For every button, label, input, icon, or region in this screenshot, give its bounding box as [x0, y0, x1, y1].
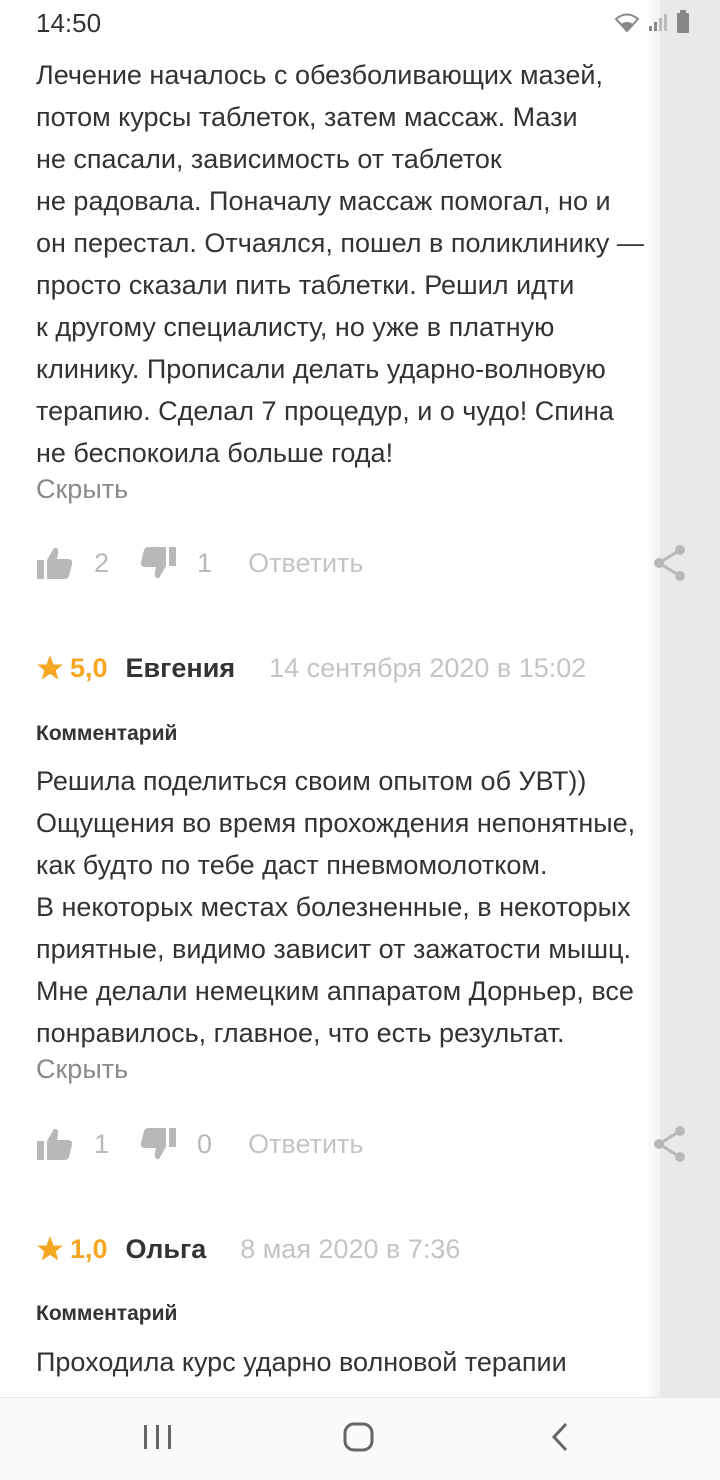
review-2-header: 5,0 Евгения 14 сентября 2020 в 15:02 [36, 648, 586, 688]
star-icon [37, 655, 63, 680]
text-line: к другому специалисту, но уже в платную [36, 312, 555, 342]
dislike-count: 1 [197, 547, 213, 578]
text-line: Проходила курс ударно волновой терапии [36, 1347, 567, 1377]
status-time: 14:50 [36, 8, 102, 38]
review-date: 8 мая 2020 в 7:36 [240, 1233, 461, 1264]
review-3-header: 1,0 Ольга 8 мая 2020 в 7:36 [36, 1229, 460, 1269]
text-line: Мне делали немецким аппаратом Дорньер, в… [36, 976, 634, 1006]
author-name: Ольга [125, 1233, 207, 1264]
text-line: не беспокоила больше года! [36, 438, 394, 468]
reply-button[interactable]: Ответить [248, 548, 363, 579]
text-line: терапию. Сделал 7 процедур, и о чудо! Сп… [36, 396, 614, 426]
review-2-text: Решила поделиться своим опытом об УВТ)) … [36, 760, 676, 1054]
rating-value: 5,0 [70, 652, 108, 683]
thumbs-up-icon [37, 1128, 73, 1160]
text-line: В некоторых местах болезненные, в некото… [36, 892, 631, 922]
like-count: 2 [94, 547, 110, 578]
review-1-actions: 2 1 Ответить [36, 538, 685, 588]
review-2-actions: 1 0 Ответить [36, 1119, 685, 1169]
star-icon [37, 1236, 63, 1261]
rating: 5,0 [36, 653, 108, 684]
text-line: Решила поделиться своим опытом об УВТ)) [36, 766, 587, 796]
like-button[interactable]: 2 [36, 545, 109, 581]
text-line: не спасали, зависимость от таблеток [36, 144, 502, 174]
rating-value: 1,0 [70, 1233, 108, 1264]
text-line: он перестал. Отчаялся, пошел в поликлини… [36, 228, 644, 258]
back-icon[interactable] [548, 1420, 572, 1454]
hide-link[interactable]: Скрыть [36, 474, 676, 505]
status-bar: 14:50 [0, 0, 720, 48]
text-line: не радовала. Поначалу массаж помогал, но… [36, 186, 611, 216]
text-line: клинику. Прописали делать ударно-волнову… [36, 354, 606, 384]
text-line: Ощущения во время прохождения непонятные… [36, 808, 636, 838]
status-icons [614, 10, 690, 34]
wifi-icon [614, 13, 640, 33]
comment-label: Комментарий [36, 722, 178, 745]
review-3-body: Проходила курс ударно волновой терапии [36, 1341, 676, 1383]
review-date: 14 сентября 2020 в 15:02 [269, 652, 587, 683]
text-line: Лечение началось с обезболивающих мазей, [36, 60, 603, 90]
text-line: понравилось, главное, что есть результат… [36, 1018, 565, 1048]
review-1-body: Лечение началось с обезболивающих мазей,… [36, 54, 676, 505]
hide-link[interactable]: Скрыть [36, 1054, 676, 1085]
recent-apps-icon[interactable] [142, 1420, 174, 1454]
like-button[interactable]: 1 [36, 1126, 109, 1162]
review-2-body: Решила поделиться своим опытом об УВТ)) … [36, 760, 676, 1085]
review-3-text: Проходила курс ударно волновой терапии [36, 1341, 676, 1383]
share-icon[interactable] [652, 544, 688, 582]
text-line: приятные, видимо зависит от зажатости мы… [36, 934, 631, 964]
thumbs-down-icon [140, 547, 177, 579]
signal-icon [649, 14, 667, 31]
battery-icon [677, 10, 689, 33]
home-icon[interactable] [342, 1420, 376, 1454]
dislike-button[interactable]: 1 [139, 545, 212, 581]
text-line: просто сказали пить таблетки. Решил идти [36, 270, 575, 300]
review-1-text: Лечение началось с обезболивающих мазей,… [36, 54, 676, 474]
share-icon[interactable] [652, 1125, 688, 1163]
thumbs-up-icon [37, 547, 73, 579]
comment-label: Комментарий [36, 1302, 178, 1325]
dislike-button[interactable]: 0 [139, 1126, 212, 1162]
reply-button[interactable]: Ответить [248, 1129, 363, 1160]
thumbs-down-icon [140, 1128, 177, 1160]
dislike-count: 0 [197, 1128, 213, 1159]
like-count: 1 [94, 1128, 110, 1159]
navigation-bar [0, 1397, 720, 1480]
rating: 1,0 [36, 1234, 108, 1265]
text-line: потом курсы таблеток, затем массаж. Мази [36, 102, 578, 132]
text-line: как будто по тебе даст пневмомолотком. [36, 850, 548, 880]
author-name: Евгения [125, 652, 236, 683]
